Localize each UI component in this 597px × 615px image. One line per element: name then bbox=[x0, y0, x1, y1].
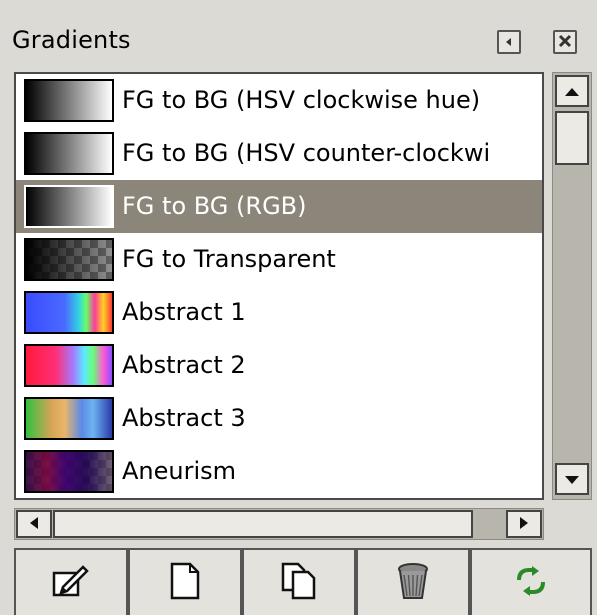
gradient-label: FG to Transparent bbox=[122, 245, 336, 273]
gradient-row-4[interactable]: Abstract 1 bbox=[16, 286, 542, 339]
delete-gradient-button[interactable] bbox=[356, 548, 470, 615]
gradient-list[interactable]: FG to BG (HSV clockwise hue) FG to BG (H… bbox=[14, 72, 544, 500]
gradient-swatch bbox=[24, 344, 114, 387]
duplicate-gradient-button[interactable] bbox=[242, 548, 356, 615]
gradient-row-6[interactable]: Abstract 3 bbox=[16, 392, 542, 445]
new-document-icon bbox=[169, 562, 201, 604]
edit-gradient-button[interactable] bbox=[14, 548, 128, 615]
scroll-up-button[interactable] bbox=[555, 75, 589, 107]
gradient-row-3[interactable]: FG to Transparent bbox=[16, 233, 542, 286]
menu-arrow-icon bbox=[503, 33, 515, 52]
gradient-swatch bbox=[24, 79, 114, 122]
vertical-scrollbar[interactable] bbox=[552, 72, 592, 500]
arrow-down-icon bbox=[564, 470, 580, 489]
gradient-swatch bbox=[24, 238, 114, 281]
gradient-label: Aneurism bbox=[122, 457, 237, 485]
scroll-down-button[interactable] bbox=[555, 463, 589, 495]
gradient-swatch bbox=[24, 450, 114, 493]
panel-menu-button[interactable] bbox=[497, 30, 521, 54]
refresh-gradients-button[interactable] bbox=[470, 548, 592, 615]
arrow-up-icon bbox=[564, 82, 580, 101]
gradient-row-5[interactable]: Abstract 2 bbox=[16, 339, 542, 392]
duplicate-icon bbox=[280, 562, 318, 604]
gradient-label: FG to BG (HSV clockwise hue) bbox=[122, 86, 481, 114]
gradient-row-2[interactable]: FG to BG (RGB) bbox=[16, 180, 542, 233]
gradient-swatch bbox=[24, 185, 114, 228]
new-gradient-button[interactable] bbox=[128, 548, 242, 615]
panel-title: Gradients bbox=[12, 26, 131, 54]
scroll-right-button[interactable] bbox=[506, 510, 542, 538]
horizontal-scrollbar[interactable] bbox=[14, 508, 544, 540]
gradient-label: FG to BG (RGB) bbox=[122, 192, 307, 220]
gradient-row-7[interactable]: Aneurism bbox=[16, 445, 542, 498]
gradient-toolbar bbox=[14, 548, 592, 615]
horizontal-scroll-thumb[interactable] bbox=[53, 510, 473, 538]
gradient-row-1[interactable]: FG to BG (HSV counter-clockwi bbox=[16, 127, 542, 180]
gradient-swatch bbox=[24, 397, 114, 440]
gradient-row-0[interactable]: FG to BG (HSV clockwise hue) bbox=[16, 74, 542, 127]
gradient-label: FG to BG (HSV counter-clockwi bbox=[122, 139, 491, 167]
panel-close-button[interactable] bbox=[553, 30, 577, 54]
gradient-label: Abstract 1 bbox=[122, 298, 246, 326]
scroll-left-button[interactable] bbox=[16, 510, 52, 538]
vertical-scroll-thumb[interactable] bbox=[555, 111, 589, 165]
edit-icon bbox=[51, 563, 91, 603]
refresh-icon bbox=[514, 565, 548, 600]
close-icon bbox=[558, 33, 572, 52]
gradient-label: Abstract 2 bbox=[122, 351, 246, 379]
arrow-right-icon bbox=[519, 515, 529, 534]
arrow-left-icon bbox=[29, 515, 39, 534]
trash-icon bbox=[396, 561, 430, 605]
gradient-label: Abstract 3 bbox=[122, 404, 246, 432]
gradient-swatch bbox=[24, 291, 114, 334]
gradient-swatch bbox=[24, 132, 114, 175]
